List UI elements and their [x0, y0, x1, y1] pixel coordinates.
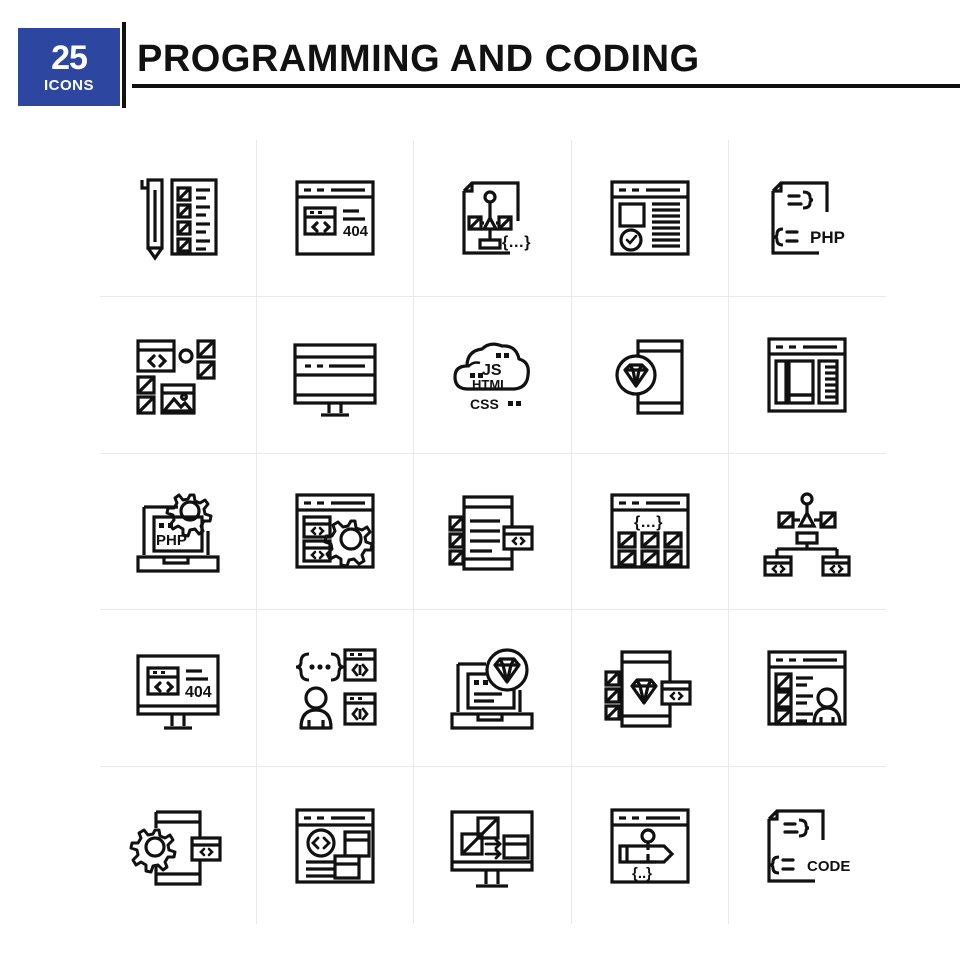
- icon-cell-7[interactable]: [257, 296, 415, 454]
- pencil-checklist-document-icon: [126, 166, 230, 270]
- mobile-diamond-checklist-code-icon: [598, 636, 702, 740]
- icon-cell-25[interactable]: CODE: [729, 767, 886, 924]
- icon-cell-18[interactable]: [414, 610, 572, 768]
- icon-cell-24[interactable]: {..}: [572, 767, 729, 924]
- title-underline: [132, 84, 960, 88]
- badge-divider-bar: [122, 22, 126, 108]
- icon-count-badge: 25 ICONS: [18, 28, 120, 106]
- icon-cell-23[interactable]: [414, 767, 572, 924]
- icon-code-text: CODE: [807, 858, 850, 875]
- icon-cell-2[interactable]: 404: [257, 140, 415, 297]
- header: 25 ICONS PROGRAMMING AND CODING: [0, 0, 980, 130]
- icon-braces-text-2: {…}: [634, 514, 662, 531]
- browser-code-circle-blocks-icon: [283, 794, 387, 898]
- badge-label: ICONS: [43, 77, 94, 94]
- icon-cell-17[interactable]: [257, 610, 415, 768]
- browser-code-blocks-gear-icon: [283, 479, 387, 583]
- icon-cell-15[interactable]: [728, 454, 886, 611]
- monitor-image-transfer-icon: [440, 794, 544, 898]
- mobile-checklist-code-icon: [440, 479, 544, 583]
- icon-cell-13[interactable]: [414, 453, 572, 611]
- browser-list-user-icon: [755, 636, 859, 740]
- icon-cell-16[interactable]: 404: [100, 610, 258, 768]
- monitor-404-code-icon: 404: [126, 636, 230, 740]
- icon-cell-8[interactable]: JS HTML CSS: [414, 296, 572, 454]
- browser-image-check-icon: [598, 166, 702, 270]
- icon-html-text: HTML: [472, 377, 508, 392]
- page-title: PROGRAMMING AND CODING: [137, 38, 700, 80]
- icon-braces-text: {…}: [502, 234, 530, 251]
- code-document-icon: CODE: [755, 794, 851, 898]
- cloud-js-html-css-icon: JS HTML CSS: [440, 323, 544, 412]
- layout-code-image-blocks-icon: [126, 323, 230, 427]
- laptop-php-gear-icon: PHP: [126, 479, 230, 583]
- icon-cell-4[interactable]: [571, 140, 729, 297]
- icon-404-text: 404: [343, 223, 369, 240]
- desktop-monitor-code-icon: [283, 323, 387, 427]
- badge-count: 25: [51, 39, 88, 77]
- icon-cell-12[interactable]: [257, 453, 415, 611]
- browser-braces-image-grid-icon: {…}: [598, 479, 702, 583]
- icon-cell-14[interactable]: {…}: [571, 453, 729, 611]
- icon-cell-22[interactable]: [257, 767, 415, 924]
- icon-cell-11[interactable]: PHP: [100, 453, 258, 611]
- mobile-gear-code-icon: [126, 794, 230, 898]
- browser-404-code-icon: 404: [283, 166, 387, 270]
- icon-grid: 404 {…} PHP JS HTML CSS PHP {…} 404 {..}…: [100, 140, 886, 924]
- browser-column-layout-icon: [755, 323, 859, 427]
- icon-cell-3[interactable]: {…}: [414, 140, 572, 297]
- browser-pencil-braces-icon: {..}: [598, 794, 702, 898]
- icon-braces-text-3: {..}: [632, 865, 652, 882]
- icon-cell-6[interactable]: [100, 296, 258, 454]
- sitemap-code-nodes-icon: [755, 479, 859, 583]
- icon-cell-5[interactable]: PHP: [728, 140, 886, 297]
- document-flowchart-braces-icon: {…}: [440, 166, 531, 270]
- icon-cell-9[interactable]: [571, 296, 729, 454]
- icon-cell-10[interactable]: [728, 297, 886, 454]
- mobile-diamond-icon: [598, 323, 702, 427]
- laptop-diamond-icon: [440, 636, 544, 740]
- icon-cell-21[interactable]: [100, 767, 258, 924]
- icon-cell-20[interactable]: [728, 610, 886, 768]
- php-document-icon: PHP: [755, 166, 845, 270]
- icon-set-sheet: 25 ICONS PROGRAMMING AND CODING 404 {…} …: [0, 0, 980, 980]
- icon-404-text-2: 404: [185, 684, 212, 701]
- icon-cell-1[interactable]: [100, 140, 258, 297]
- icon-cell-19[interactable]: [571, 610, 729, 768]
- icon-php-text: PHP: [810, 228, 845, 247]
- braces-user-code-windows-icon: [283, 636, 387, 740]
- icon-css-text: CSS: [470, 396, 499, 412]
